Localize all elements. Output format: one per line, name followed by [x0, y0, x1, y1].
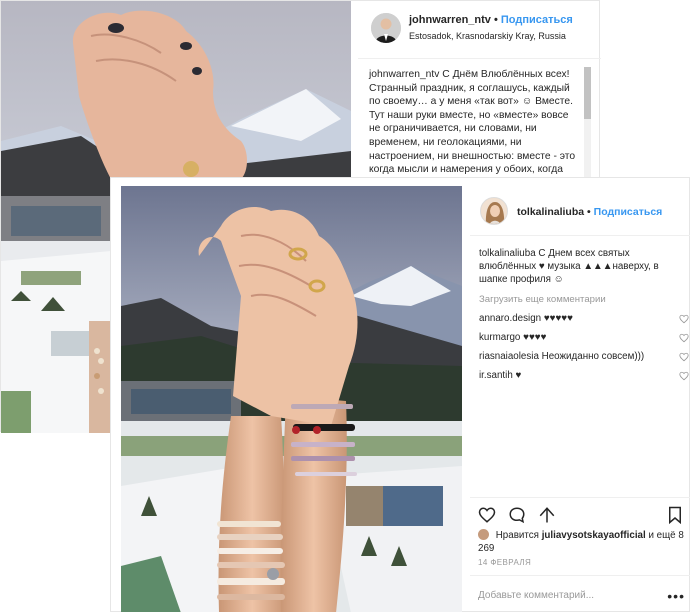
- comment-text: ♥♥♥♥: [523, 331, 547, 343]
- front-post: tolkalinaliuba • Подписаться tolkalinali…: [110, 177, 690, 612]
- separator-dot: •: [587, 206, 591, 218]
- share-icon[interactable]: [538, 506, 556, 524]
- avatar-image: [481, 198, 507, 224]
- caption-username[interactable]: johnwarren_ntv: [369, 69, 439, 80]
- caption-username[interactable]: tolkalinaliuba: [479, 248, 536, 259]
- front-photo-image: [121, 186, 462, 612]
- follow-button[interactable]: Подписаться: [501, 14, 573, 26]
- comment-username[interactable]: annaro.design: [479, 313, 541, 324]
- bookmark-icon[interactable]: [666, 506, 684, 524]
- comment-item: riasnaiaolesia Неожиданно совсем))): [479, 351, 689, 364]
- back-post-user-line: johnwarren_ntv • Подписаться: [409, 14, 573, 26]
- front-post-user-line: tolkalinaliuba • Подписаться: [517, 206, 662, 218]
- comment-text: ♥: [515, 369, 522, 381]
- location-link[interactable]: Estosadok, Krasnodarskiy Kray, Russia: [409, 31, 566, 41]
- comments-section: tolkalinaliuba С Днем всех святых влюблё…: [479, 248, 689, 382]
- post-actions-bar: [470, 497, 690, 524]
- comment-item: annaro.design ♥♥♥♥♥: [479, 313, 689, 326]
- add-comment-bar: Добавьте комментарий... •••: [470, 575, 690, 612]
- back-post-caption: johnwarren_ntv С Днём Влюблённых всех! С…: [369, 68, 581, 190]
- separator-dot: •: [493, 14, 498, 26]
- like-comment-heart-icon[interactable]: [679, 314, 689, 324]
- more-options-button[interactable]: •••: [667, 588, 685, 604]
- like-comment-heart-icon[interactable]: [679, 333, 689, 343]
- username-link[interactable]: johnwarren_ntv: [409, 14, 491, 26]
- comment-username[interactable]: riasnaiaolesia: [479, 351, 539, 362]
- comment-text: ♥♥♥♥♥: [543, 313, 573, 325]
- liker-username[interactable]: juliavysotskayaofficial: [542, 530, 646, 541]
- comment-username[interactable]: ir.santih: [479, 370, 513, 381]
- front-post-header: tolkalinaliuba • Подписаться: [470, 178, 690, 236]
- comment-item: ir.santih ♥: [479, 370, 689, 383]
- comment-icon[interactable]: [508, 506, 526, 524]
- load-more-comments-link[interactable]: Загрузить еще комментарии: [479, 294, 689, 307]
- post-date[interactable]: 14 ФЕВРАЛЯ: [478, 558, 531, 567]
- front-post-sidebar: tolkalinaliuba • Подписаться tolkalinali…: [470, 178, 690, 612]
- comment-input[interactable]: Добавьте комментарий...: [478, 590, 594, 601]
- avatar[interactable]: [371, 13, 401, 43]
- follow-button[interactable]: Подписаться: [594, 206, 663, 218]
- username-link[interactable]: tolkalinaliuba: [517, 206, 584, 218]
- caption-text: С Днём Влюблённых всех! Странный праздни…: [369, 69, 576, 189]
- likes-summary: Нравится juliavysotskayaofficial и ещё 8…: [478, 529, 688, 555]
- comment-username[interactable]: kurmargo: [479, 332, 520, 343]
- comment-text: Неожиданно совсем))): [541, 350, 645, 362]
- heart-icon[interactable]: [478, 506, 496, 524]
- avatar-image: [371, 13, 401, 43]
- caption-scrollbar[interactable]: [584, 67, 591, 177]
- scrollbar-thumb[interactable]: [584, 67, 591, 119]
- like-comment-heart-icon[interactable]: [679, 371, 689, 381]
- liker-avatar[interactable]: [478, 529, 489, 540]
- stage: johnwarren_ntv • Подписаться Estosadok, …: [0, 0, 690, 612]
- post-caption: tolkalinaliuba С Днем всех святых влюблё…: [479, 248, 689, 286]
- likes-prefix: Нравится: [495, 530, 539, 541]
- like-comment-heart-icon[interactable]: [679, 352, 689, 362]
- back-post-header: johnwarren_ntv • Подписаться Estosadok, …: [358, 1, 601, 59]
- front-post-photo[interactable]: [121, 186, 462, 612]
- avatar[interactable]: [480, 197, 508, 225]
- comment-item: kurmargo ♥♥♥♥: [479, 332, 689, 345]
